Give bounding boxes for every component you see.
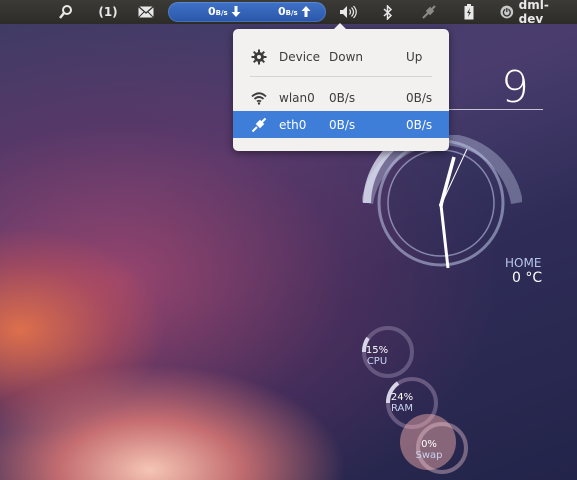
device-row-wlan0[interactable]: wlan0 0B/s 0B/s — [233, 84, 449, 111]
column-device: Device — [279, 49, 321, 64]
column-down: Down — [329, 49, 364, 64]
battery-icon[interactable] — [458, 0, 480, 24]
device-row-eth0[interactable]: eth0 0B/s 0B/s — [233, 111, 449, 138]
wifi-icon — [250, 89, 268, 107]
device-down: 0B/s — [329, 117, 356, 132]
mail-icon[interactable] — [135, 0, 157, 24]
temperature: 0 °C — [512, 270, 543, 286]
clock-divider — [440, 109, 543, 110]
column-up: Up — [406, 49, 423, 64]
search-people-icon[interactable] — [54, 0, 78, 24]
ethernet-plug-icon — [250, 116, 268, 134]
download-arrow-icon — [231, 6, 241, 17]
cpu-gauge: 15% CPU — [365, 345, 389, 367]
volume-icon[interactable] — [336, 0, 360, 24]
network-plug-icon[interactable] — [418, 0, 440, 24]
network-popup: Device Down Up wlan0 0B/s 0B/s eth0 0B/s… — [233, 23, 449, 151]
upload-arrow-icon — [301, 6, 311, 17]
swap-gauge: 0% Swap — [415, 439, 443, 461]
device-up: 0B/s — [406, 117, 433, 132]
analog-clock — [362, 135, 522, 269]
ram-gauge: 24% RAM — [390, 392, 414, 414]
unread-count[interactable]: (1) — [96, 0, 120, 24]
weather-location: HOME — [505, 256, 542, 270]
popup-separator — [250, 76, 432, 77]
user-menu[interactable]: dml-dev — [500, 0, 572, 26]
device-down: 0B/s — [329, 90, 356, 105]
device-name: wlan0 — [279, 90, 315, 105]
clock-digit: 9 — [501, 62, 529, 113]
bluetooth-icon[interactable] — [378, 0, 398, 24]
download-speed: 0B/s — [208, 5, 241, 18]
upload-speed: 0B/s — [278, 5, 311, 18]
power-icon — [500, 5, 514, 19]
device-up: 0B/s — [406, 90, 433, 105]
device-name: eth0 — [279, 117, 307, 132]
top-panel: (1) 0B/s 0B/s dml-dev — [0, 0, 577, 26]
gear-icon[interactable] — [250, 48, 268, 66]
network-speed-indicator[interactable]: 0B/s 0B/s — [168, 2, 326, 22]
username: dml-dev — [518, 0, 549, 26]
popup-header-row: Device Down Up — [233, 43, 449, 70]
